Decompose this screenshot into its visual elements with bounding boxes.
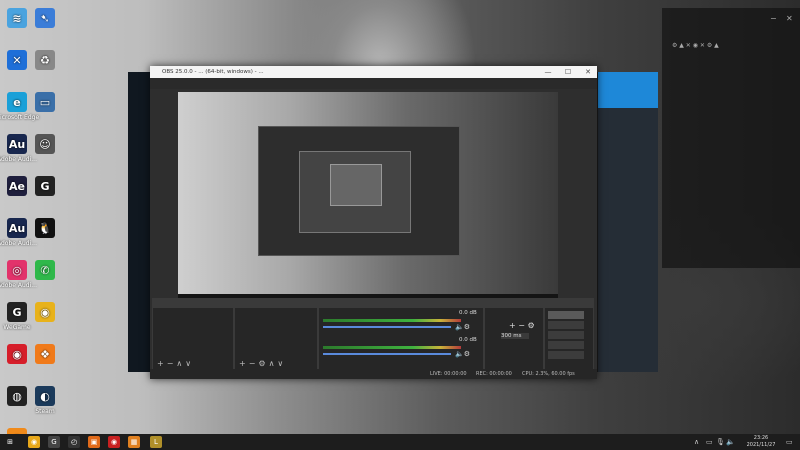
studio-mode-button[interactable] [548, 331, 584, 339]
tray-chevron-icon[interactable]: ∧ [694, 434, 699, 450]
live-status: LIVE: 00:00:00 [430, 371, 467, 377]
desktop-icon-label: Adobe Audi... [0, 282, 37, 289]
app-icon: ♻ [35, 50, 55, 70]
audio-mixer-dock: 0.0 dB 🔈⚙ 0.0 dB 🔈⚙ [318, 298, 484, 372]
nested-preview-3 [330, 164, 382, 206]
desktop-icon[interactable]: ➷ [22, 8, 68, 30]
microphone-icon[interactable]: 🎙 [716, 434, 725, 450]
controls-header [545, 299, 593, 308]
app-icon: ▭ [35, 92, 55, 112]
app-icon: 🐧 [35, 218, 55, 238]
start-streaming-button[interactable] [548, 311, 584, 319]
obs-window-title: OBS 25.0.0 - ... (64-bit, windows) - ... [162, 69, 264, 75]
close-icon[interactable]: ✕ [786, 14, 793, 23]
volume-icon[interactable]: 🔈 [726, 434, 735, 450]
speaker-icon[interactable]: 🔈⚙ [455, 350, 470, 358]
scenes-header [153, 299, 233, 308]
maximize-button[interactable]: ☐ [558, 66, 578, 78]
add-transition-button[interactable]: + − ⚙ [509, 321, 535, 330]
volume-slider[interactable] [323, 326, 451, 328]
background-app-header [598, 72, 658, 108]
volume-meter [323, 319, 461, 322]
notification-icon[interactable]: ▭ [786, 434, 793, 450]
sources-header [235, 299, 317, 308]
obs-window: OBS 25.0.0 - ... (64-bit, windows) - ...… [150, 66, 597, 379]
chat-toolbar-icons[interactable]: ⚙ ▲ ✕ ◉ ✕ ⚙ ▲ [672, 42, 719, 49]
desktop-icon-label: Adobe Audi... [0, 240, 37, 247]
taskbar-app-icon[interactable]: L [150, 436, 162, 448]
start-button[interactable]: ⊞ [4, 436, 16, 448]
minimize-button[interactable]: — [538, 66, 558, 78]
rec-status: REC: 00:00:00 [476, 371, 512, 377]
windows-taskbar: ⊞ ◉ G ◴ ▣ ◉ ▦ L ∧ ▭ 🎙 🔈 23:26 2021/11/27 ▭ [0, 434, 800, 450]
start-recording-button[interactable] [548, 321, 584, 329]
network-icon[interactable]: ▭ [706, 434, 713, 450]
desktop-icon-label: Microsoft Edge [0, 114, 40, 121]
duration-input[interactable]: 300 ms [501, 333, 529, 339]
app-icon: ✆ [35, 260, 55, 280]
exit-button[interactable] [548, 351, 584, 359]
minimize-icon[interactable]: − [770, 14, 777, 23]
desktop-icon[interactable]: ▭ [22, 92, 68, 114]
obs-titlebar: OBS 25.0.0 - ... (64-bit, windows) - ...… [150, 66, 597, 78]
transitions-dock: + − ⚙ 300 ms [484, 298, 544, 372]
desktop-icon[interactable]: 🐧 [22, 218, 68, 240]
app-icon: G [35, 176, 55, 196]
desktop-icon-label: Steam [35, 408, 55, 415]
app-icon: ➷ [35, 8, 55, 28]
background-app-right-column [598, 72, 658, 372]
taskbar-app-icon[interactable]: ◉ [28, 436, 40, 448]
background-app-sidebar [128, 72, 152, 372]
mixer-channel-db: 0.0 dB [459, 310, 477, 316]
mixer-channel-db: 0.0 dB [459, 337, 477, 343]
chat-overlay-panel: − ✕ ⚙ ▲ ✕ ◉ ✕ ⚙ ▲ [662, 8, 800, 268]
scene-tools[interactable]: +−∧∨ [157, 359, 194, 368]
clock-date: 2021/11/27 [746, 442, 776, 448]
volume-meter [323, 346, 461, 349]
desktop-icon[interactable]: ◉ [22, 302, 68, 324]
settings-button[interactable] [548, 341, 584, 349]
app-icon: ◐ [35, 386, 55, 406]
desktop-icon-label: WeGame [3, 324, 31, 331]
desktop-icon[interactable]: ✆ [22, 260, 68, 282]
sources-dock: +−⚙∧∨ [234, 298, 318, 372]
desktop-icon[interactable]: G [22, 176, 68, 198]
obs-statusbar: LIVE: 00:00:00 REC: 00:00:00 CPU: 2.3%, … [150, 369, 597, 379]
taskbar-app-icon[interactable]: G [48, 436, 60, 448]
scenes-dock: +−∧∨ [152, 298, 234, 372]
taskbar-app-icon[interactable]: ◴ [68, 436, 80, 448]
app-icon: ◉ [35, 302, 55, 322]
volume-slider[interactable] [323, 353, 451, 355]
controls-dock [544, 298, 594, 372]
nested-preview-1 [258, 126, 460, 256]
obs-menubar [150, 78, 597, 89]
taskbar-app-icon[interactable]: ◉ [108, 436, 120, 448]
obs-dock-row: +−∧∨ +−⚙∧∨ 0.0 dB 🔈⚙ 0.0 dB 🔈⚙ + − ⚙ 300… [150, 298, 597, 379]
desktop-icon[interactable]: ◐ Steam [22, 386, 68, 415]
close-button[interactable]: ✕ [578, 66, 598, 78]
desktop-icon[interactable]: ♻ [22, 50, 68, 72]
app-icon: ☺ [35, 134, 55, 154]
taskbar-app-icon[interactable]: ▣ [88, 436, 100, 448]
desktop-icon-label: Adobe Audi... [0, 156, 37, 163]
transitions-header [485, 299, 543, 308]
clock-time: 23:26 [753, 435, 769, 441]
speaker-icon[interactable]: 🔈⚙ [455, 323, 470, 331]
source-tools[interactable]: +−⚙∧∨ [239, 359, 286, 368]
cpu-status: CPU: 2.3%, 60.00 fps [522, 371, 575, 377]
taskbar-clock[interactable]: 23:26 2021/11/27 [740, 435, 782, 449]
desktop-icon[interactable]: ☺ [22, 134, 68, 156]
app-icon: ❖ [35, 344, 55, 364]
nested-preview-2 [299, 151, 411, 233]
desktop-icon[interactable]: ❖ [22, 344, 68, 366]
taskbar-app-icon[interactable]: ▦ [128, 436, 140, 448]
mixer-header [319, 299, 483, 308]
preview-canvas[interactable] [178, 92, 558, 304]
